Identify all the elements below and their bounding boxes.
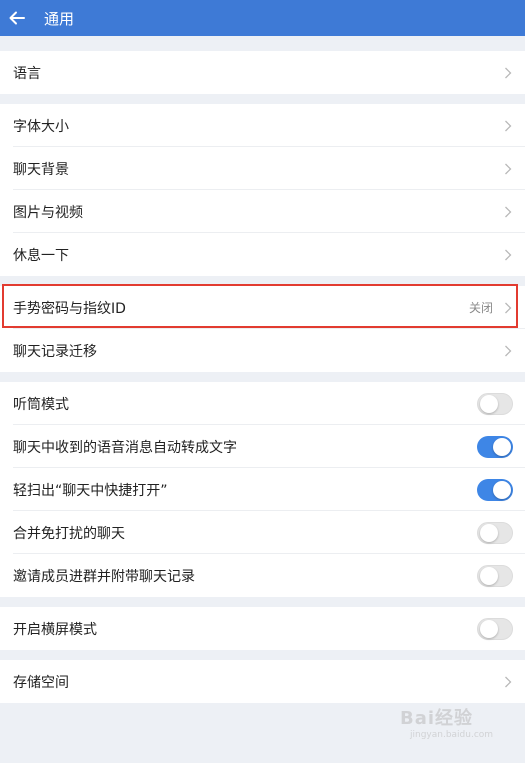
- swipe-quick-open-item: 轻扫出“聊天中快捷打开”: [0, 468, 525, 511]
- toggle-label: 邀请成员进群并附带聊天记录: [13, 568, 195, 585]
- page-title: 通用: [44, 9, 75, 28]
- storage-item[interactable]: 存储空间: [0, 660, 525, 703]
- toggle-knob: [493, 437, 511, 456]
- chevron-right-icon: [503, 66, 513, 80]
- toggle-knob: [480, 394, 498, 413]
- language-label: 语言: [13, 65, 41, 82]
- landscape-mode-label: 开启横屏模式: [13, 621, 97, 638]
- invite-with-history-toggle[interactable]: [477, 564, 513, 587]
- toggle-label: 聊天中收到的语音消息自动转成文字: [13, 439, 237, 456]
- watermark-url: jingyan.baidu.com: [410, 730, 494, 740]
- invite-with-history-item: 邀请成员进群并附带聊天记录: [0, 554, 525, 597]
- toggles-group: 听筒模式 聊天中收到的语音消息自动转成文字 轻扫出“聊天中快捷打开” 合并免打扰…: [0, 382, 525, 597]
- gesture-password-label: 手势密码与指纹ID: [13, 300, 126, 317]
- voice-to-text-item: 聊天中收到的语音消息自动转成文字: [0, 425, 525, 468]
- chat-background-item[interactable]: 聊天背景: [0, 147, 525, 190]
- gesture-password-status: 关闭: [468, 301, 493, 315]
- gesture-password-item[interactable]: 手势密码与指纹ID 关闭: [0, 286, 525, 329]
- watermark: Bai经验 jingyan.baidu.com: [400, 704, 510, 750]
- toggle-knob: [480, 619, 498, 638]
- take-break-item[interactable]: 休息一下: [0, 233, 525, 276]
- storage-group: 存储空间: [0, 660, 525, 703]
- merge-muted-chats-toggle[interactable]: [477, 521, 513, 544]
- merge-muted-chats-item: 合并免打扰的聊天: [0, 511, 525, 554]
- photos-videos-item[interactable]: 图片与视频: [0, 190, 525, 233]
- font-size-label: 字体大小: [13, 118, 69, 135]
- security-group: 手势密码与指纹ID 关闭 聊天记录迁移: [0, 286, 525, 372]
- chat-background-label: 聊天背景: [13, 161, 69, 178]
- back-arrow-icon: [9, 11, 25, 25]
- landscape-group: 开启横屏模式: [0, 607, 525, 650]
- take-break-label: 休息一下: [13, 247, 69, 264]
- chevron-right-icon: [503, 301, 513, 315]
- chevron-right-icon: [503, 162, 513, 176]
- language-item[interactable]: 语言: [0, 51, 525, 94]
- photos-videos-label: 图片与视频: [13, 204, 83, 221]
- chevron-right-icon: [503, 248, 513, 262]
- back-button[interactable]: [0, 0, 34, 36]
- chevron-right-icon: [503, 119, 513, 133]
- font-size-item[interactable]: 字体大小: [0, 104, 525, 147]
- toggle-knob: [480, 566, 498, 585]
- watermark-logo: Bai经验: [400, 708, 474, 729]
- chevron-right-icon: [503, 205, 513, 219]
- landscape-mode-item: 开启横屏模式: [0, 607, 525, 650]
- voice-to-text-toggle[interactable]: [477, 435, 513, 458]
- earpiece-mode-toggle[interactable]: [477, 392, 513, 415]
- toggle-knob: [493, 480, 511, 499]
- chat-migration-item[interactable]: 聊天记录迁移: [0, 329, 525, 372]
- chevron-right-icon: [503, 675, 513, 689]
- swipe-quick-open-toggle[interactable]: [477, 478, 513, 501]
- chat-migration-label: 聊天记录迁移: [13, 343, 97, 360]
- landscape-mode-toggle[interactable]: [477, 617, 513, 640]
- chevron-right-icon: [503, 344, 513, 358]
- earpiece-mode-item: 听筒模式: [0, 382, 525, 425]
- storage-label: 存储空间: [13, 674, 69, 691]
- toggle-label: 合并免打扰的聊天: [13, 525, 125, 542]
- app-header: 通用: [0, 0, 525, 36]
- toggle-label: 轻扫出“聊天中快捷打开”: [13, 482, 168, 499]
- toggle-label: 听筒模式: [13, 396, 69, 413]
- toggle-knob: [480, 523, 498, 542]
- language-group: 语言: [0, 51, 525, 94]
- display-group: 字体大小 聊天背景 图片与视频 休息一下: [0, 104, 525, 276]
